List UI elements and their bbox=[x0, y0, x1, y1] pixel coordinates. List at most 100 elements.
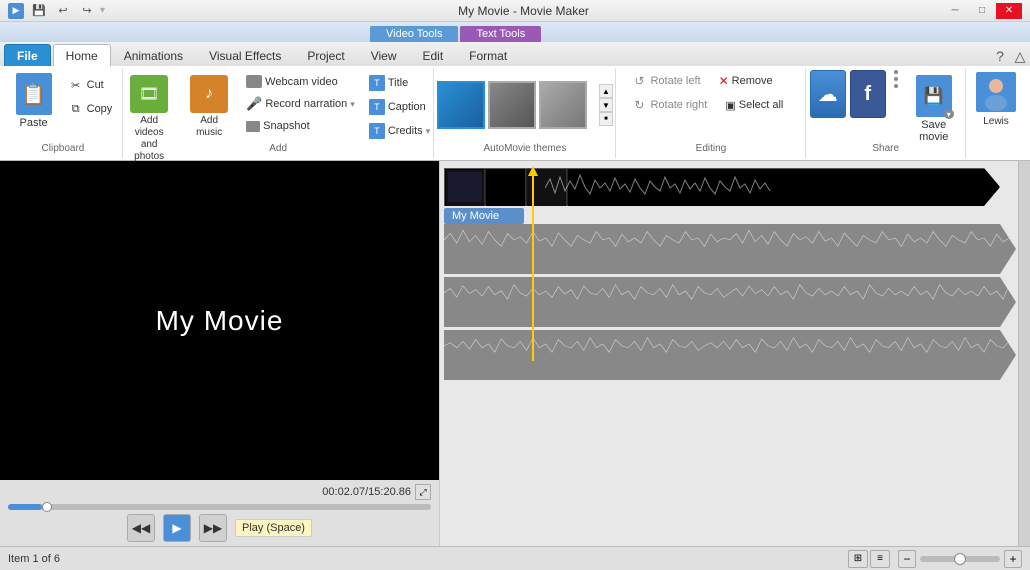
more-share-button[interactable] bbox=[890, 70, 902, 88]
tab-edit[interactable]: Edit bbox=[409, 44, 456, 66]
play-button[interactable]: ▶ bbox=[163, 514, 191, 542]
copy-label: Copy bbox=[87, 103, 113, 115]
rotate-left-icon: ↺ bbox=[631, 73, 647, 89]
select-all-button[interactable]: ▣ Select all bbox=[718, 96, 790, 115]
dot-2 bbox=[894, 77, 898, 81]
zoom-out-button[interactable]: − bbox=[898, 550, 916, 568]
timeline-track-4[interactable] bbox=[444, 330, 1016, 380]
zoom-thumb[interactable] bbox=[954, 553, 966, 565]
window-controls: ─ □ ✕ bbox=[942, 3, 1022, 19]
thumb-svg-1 bbox=[446, 170, 484, 206]
storyboard-view-button[interactable]: ⊞ bbox=[848, 550, 868, 568]
add-text-buttons: T Title T Caption T Credits ▾ bbox=[364, 70, 435, 142]
user-content: Lewis bbox=[976, 72, 1016, 156]
tab-format[interactable]: Format bbox=[456, 44, 520, 66]
caption-icon: T bbox=[369, 99, 385, 115]
ribbon-toggle-button[interactable]: △ bbox=[1010, 46, 1030, 66]
title-bar: ▶ 💾 ↩ ↪ ▾ My Movie - Movie Maker ─ □ ✕ bbox=[0, 0, 1030, 22]
themes-scroll-down[interactable]: ▼ bbox=[599, 98, 613, 112]
rotate-right-button[interactable]: ↻ Rotate right bbox=[624, 94, 714, 116]
snapshot-label: Snapshot bbox=[263, 120, 309, 132]
dot-3 bbox=[894, 84, 898, 88]
thumbnails-track[interactable] bbox=[444, 168, 1000, 206]
add-videos-button[interactable]: 🎞 Add videosand photos bbox=[121, 70, 177, 168]
zoom-in-button[interactable]: + bbox=[1004, 550, 1022, 568]
facebook-button[interactable]: f bbox=[850, 70, 886, 118]
record-narration-button[interactable]: 🎤 Record narration ▾ bbox=[241, 93, 360, 115]
themes-scroll-up[interactable]: ▲ bbox=[599, 84, 613, 98]
user-avatar bbox=[976, 72, 1016, 112]
maximize-button[interactable]: □ bbox=[969, 3, 995, 19]
seek-bar[interactable] bbox=[8, 504, 431, 510]
close-button[interactable]: ✕ bbox=[996, 3, 1022, 19]
next-frame-button[interactable]: ▶▶ bbox=[199, 514, 227, 542]
tab-project[interactable]: Project bbox=[294, 44, 357, 66]
timeline-track-1[interactable]: My Movie bbox=[444, 171, 1016, 221]
track-body-4[interactable] bbox=[444, 330, 1016, 380]
timeline-view-button[interactable]: ≡ bbox=[870, 550, 890, 568]
track-body-2[interactable] bbox=[444, 224, 1016, 274]
rotate-left-button[interactable]: ↺ Rotate left bbox=[624, 70, 707, 92]
tab-file[interactable]: File bbox=[4, 44, 51, 66]
fullscreen-button[interactable]: ⤢ bbox=[415, 484, 431, 500]
timeline-pane[interactable]: My Movie bbox=[440, 161, 1030, 546]
webcam-video-button[interactable]: Webcam video bbox=[241, 72, 360, 91]
first-track-wrapper: My Movie bbox=[444, 168, 1000, 224]
clip-label[interactable]: My Movie bbox=[444, 208, 524, 224]
select-all-icon: ▣ bbox=[725, 99, 735, 112]
thumb-svg-2 bbox=[487, 170, 525, 206]
automovie-themes-group: ▲ ▼ ■ AutoMovie themes bbox=[434, 68, 616, 158]
tab-visual-effects[interactable]: Visual Effects bbox=[196, 44, 294, 66]
theme-item-3[interactable] bbox=[539, 81, 587, 129]
save-movie-button[interactable]: 💾 ▾ Savemovie bbox=[906, 70, 962, 148]
minimize-button[interactable]: ─ bbox=[942, 3, 968, 19]
caption-button[interactable]: T Caption bbox=[364, 96, 435, 118]
snapshot-button[interactable]: Snapshot bbox=[241, 117, 360, 135]
paste-icon: 📋 bbox=[16, 73, 52, 115]
preview-pane: My Movie 00:02.07/15:20.86 ⤢ ◀◀ ▶ ▶▶ Pla… bbox=[0, 161, 440, 546]
window-title: My Movie - Movie Maker bbox=[105, 4, 942, 18]
cut-button[interactable]: ✂ Cut bbox=[63, 74, 118, 96]
user-account-button[interactable]: Lewis bbox=[976, 72, 1016, 127]
editing-row-2: ↻ Rotate right ▣ Select all bbox=[624, 94, 797, 116]
title-button[interactable]: T Title bbox=[364, 72, 435, 94]
credits-dropdown[interactable]: ▾ bbox=[426, 126, 431, 137]
seek-thumb[interactable] bbox=[42, 502, 52, 512]
theme-item-1[interactable] bbox=[437, 81, 485, 129]
add-group: 🎞 Add videosand photos ♪ Addmusic Webcam… bbox=[123, 68, 434, 158]
preview-time-display: 00:02.07/15:20.86 ⤢ bbox=[8, 484, 431, 500]
themes-expand[interactable]: ■ bbox=[599, 112, 613, 126]
cloud-icon: ☁ bbox=[818, 82, 838, 107]
timeline-vertical-scrollbar[interactable] bbox=[1018, 161, 1030, 546]
track-body-3[interactable] bbox=[444, 277, 1016, 327]
credits-button[interactable]: T Credits ▾ bbox=[364, 120, 435, 142]
add-music-button[interactable]: ♪ Addmusic bbox=[181, 70, 237, 144]
help-button[interactable]: ? bbox=[990, 46, 1010, 66]
zoom-slider[interactable] bbox=[920, 556, 1000, 562]
video-tools-context-tab[interactable]: Video Tools bbox=[370, 26, 458, 42]
text-tools-context-tab[interactable]: Text Tools bbox=[460, 26, 541, 42]
remove-button[interactable]: ✕ Remove bbox=[712, 71, 780, 91]
rotate-right-icon: ↻ bbox=[631, 97, 647, 113]
waveform-svg-2 bbox=[444, 224, 1016, 256]
save-quickaccess-button[interactable]: 💾 bbox=[28, 2, 50, 20]
redo-button[interactable]: ↪ bbox=[76, 2, 98, 20]
timeline-track-3[interactable] bbox=[444, 277, 1016, 327]
cut-copy-buttons: ✂ Cut ⧉ Copy bbox=[63, 70, 118, 120]
timeline-track-2[interactable] bbox=[444, 224, 1016, 274]
save-dropdown-arrow[interactable]: ▾ bbox=[944, 109, 954, 119]
prev-frame-button[interactable]: ◀◀ bbox=[127, 514, 155, 542]
tab-view[interactable]: View bbox=[358, 44, 410, 66]
copy-button[interactable]: ⧉ Copy bbox=[63, 98, 118, 120]
paste-button[interactable]: 📋 Paste bbox=[9, 70, 59, 132]
onedrive-button[interactable]: ☁ bbox=[810, 70, 846, 118]
tab-home[interactable]: Home bbox=[53, 44, 111, 66]
ribbon-content: 📋 Paste ✂ Cut ⧉ Copy Clipboard 🎞 Add vid… bbox=[0, 66, 1030, 161]
avatar-svg bbox=[977, 73, 1015, 111]
tab-animations[interactable]: Animations bbox=[111, 44, 196, 66]
theme-item-2[interactable] bbox=[488, 81, 536, 129]
preview-video[interactable]: My Movie bbox=[0, 161, 439, 480]
undo-button[interactable]: ↩ bbox=[52, 2, 74, 20]
record-narration-dropdown[interactable]: ▾ bbox=[350, 99, 355, 110]
snapshot-icon bbox=[246, 121, 260, 132]
